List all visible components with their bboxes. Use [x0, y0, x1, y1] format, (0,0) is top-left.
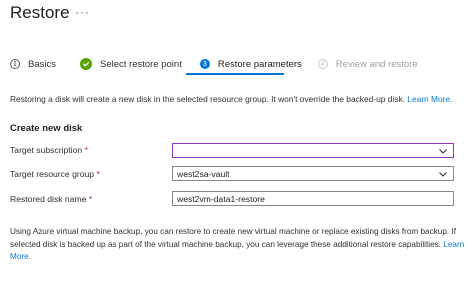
info-text: Restoring a disk will create a new disk … — [10, 94, 452, 104]
checkmark-icon — [79, 58, 92, 70]
help-message: Using Azure virtual machine backup, you … — [10, 227, 456, 249]
chevron-down-icon — [439, 149, 447, 154]
resource-group-dropdown[interactable]: west2sa-vault — [172, 166, 454, 181]
step-label: Select restore point — [99, 58, 182, 70]
field-label-text: Target subscription — [10, 145, 83, 155]
more-options-button[interactable]: ··· — [75, 4, 90, 20]
step-number-badge: 3 — [199, 59, 210, 69]
step-basics[interactable]: 1 Basics — [10, 59, 56, 70]
step-number-badge: 4 — [317, 59, 328, 69]
step-number-badge: 1 — [10, 59, 20, 69]
disk-name-input[interactable]: west2vm-data1-restore — [172, 191, 454, 206]
step-review-and-restore[interactable]: 4 Review and restore — [317, 58, 418, 70]
learn-more-link[interactable]: Learn More. — [407, 94, 452, 104]
input-value: west2vm-data1-restore — [177, 193, 265, 204]
dropdown-value: west2sa-vault — [177, 168, 230, 179]
required-marker: * — [88, 194, 93, 204]
step-label: Basics — [28, 58, 56, 70]
step-select-restore-point[interactable]: Select restore point — [79, 58, 182, 70]
field-label-text: Restored disk name — [10, 194, 87, 204]
page-title: Restore — [10, 3, 70, 22]
step-label: Review and restore — [335, 58, 418, 70]
step-restore-parameters[interactable]: 3 Restore parameters — [199, 58, 302, 70]
active-step-indicator — [186, 73, 284, 75]
subscription-label: Target subscription * — [10, 145, 88, 155]
chevron-down-icon — [439, 172, 447, 177]
required-marker: * — [84, 145, 88, 155]
help-text: Using Azure virtual machine backup, you … — [10, 226, 470, 264]
wizard-steps: 1 Basics Select restore point 3 Restore … — [10, 56, 418, 72]
subscription-dropdown[interactable] — [172, 143, 454, 158]
step-label: Restore parameters — [217, 58, 302, 70]
required-marker: * — [96, 169, 100, 179]
section-title: Create new disk — [10, 123, 83, 134]
resource-group-label: Target resource group * — [10, 169, 100, 179]
disk-name-label: Restored disk name * — [10, 194, 92, 204]
field-label-text: Target resource group — [10, 169, 95, 179]
info-message: Restoring a disk will create a new disk … — [10, 94, 405, 104]
